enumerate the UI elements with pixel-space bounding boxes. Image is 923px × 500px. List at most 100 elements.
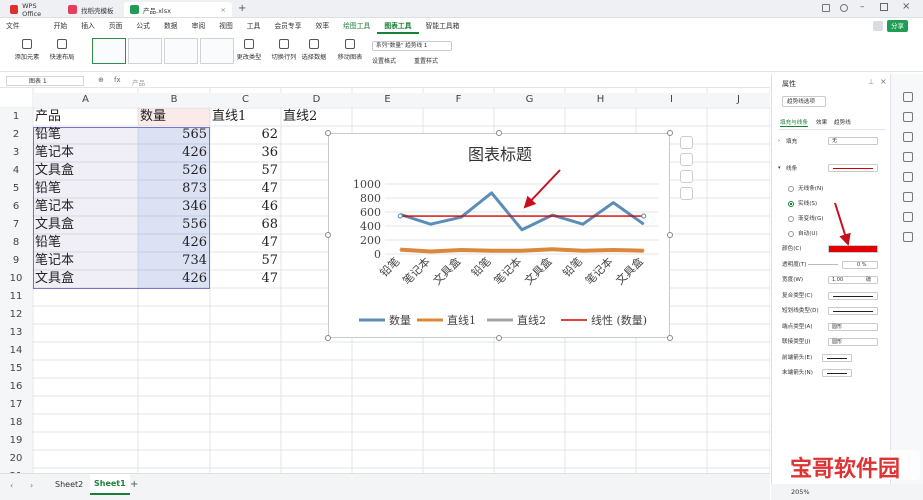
row-header-19[interactable]: 19	[0, 432, 32, 450]
arrow-select[interactable]	[822, 369, 852, 377]
menu-file[interactable]: 文件	[0, 18, 27, 34]
resize-handle[interactable]	[667, 335, 673, 341]
property-icon[interactable]	[903, 112, 913, 122]
row-header-9[interactable]: 9	[0, 252, 32, 270]
header-cell[interactable]: 数量	[140, 108, 210, 126]
close-window-icon[interactable]: ×	[902, 1, 910, 12]
product-cell[interactable]: 文具盒	[35, 270, 135, 288]
sheet-tab-sheet1[interactable]: Sheet1	[90, 474, 130, 495]
row-header-11[interactable]: 11	[0, 288, 32, 306]
panel-tab-fill-line[interactable]: 填充与线条	[780, 118, 808, 127]
quantity-cell[interactable]: 426	[138, 144, 210, 162]
row-header-18[interactable]: 18	[0, 414, 32, 432]
new-tab-icon[interactable]: +	[238, 3, 246, 14]
line-chart[interactable]: 图表标题 0 200 400 600 800 1000 铅笔 笔记本 文具盒 铅笔 笔记本 文具盒 铅笔笔…	[328, 133, 670, 338]
series-select-dropdown[interactable]: 系列"数量" 趋势线 1	[372, 41, 452, 51]
tab-wps-office[interactable]: WPS Office	[4, 2, 60, 18]
backup-icon[interactable]	[903, 212, 913, 222]
zoom-formula-icon[interactable]: ⊕	[98, 76, 104, 84]
collapse-ribbon-icon[interactable]	[873, 21, 883, 31]
select-data-button[interactable]: 选择数据	[300, 37, 328, 61]
row-header-4[interactable]: 4	[0, 162, 32, 180]
row-header-12[interactable]: 12	[0, 306, 32, 324]
radio-button[interactable]	[788, 231, 794, 237]
column-header-J[interactable]: J	[707, 93, 770, 107]
quantity-cell[interactable]: 426	[138, 234, 210, 252]
line1-cell[interactable]: 47	[210, 270, 281, 288]
menu-data[interactable]: 数据	[157, 18, 185, 34]
minimize-icon[interactable]: –	[860, 2, 865, 12]
product-cell[interactable]: 笔记本	[35, 144, 135, 162]
resize-handle[interactable]	[325, 232, 331, 238]
row-header-8[interactable]: 8	[0, 234, 32, 252]
cap-select[interactable]: 圆形	[828, 338, 878, 346]
chart-style-1[interactable]	[92, 38, 126, 64]
select-icon[interactable]	[903, 92, 913, 102]
line1-cell[interactable]: 36	[210, 144, 281, 162]
close-tab-icon[interactable]: ×	[221, 6, 226, 14]
transparency-slider[interactable]	[808, 263, 838, 265]
row-header-20[interactable]: 20	[0, 450, 32, 468]
switch-row-col-button[interactable]: 切换行列	[270, 37, 298, 61]
header-cell[interactable]: 产品	[35, 108, 135, 126]
row-header-2[interactable]: 2	[0, 126, 32, 144]
skin-icon[interactable]	[840, 4, 848, 12]
product-cell[interactable]: 铅笔	[35, 126, 135, 144]
style-icon[interactable]	[903, 132, 913, 142]
shape-icon[interactable]	[903, 172, 913, 182]
next-sheet-icon[interactable]: ›	[30, 481, 33, 490]
column-header-E[interactable]: E	[352, 93, 423, 107]
maximize-icon[interactable]	[880, 3, 888, 11]
menu-home[interactable]: 开始	[47, 18, 75, 34]
move-chart-button[interactable]: 移动图表	[336, 37, 364, 61]
function-icon[interactable]: fx	[114, 76, 121, 84]
prev-sheet-icon[interactable]: ‹	[10, 481, 13, 490]
chart-style-3[interactable]	[164, 38, 198, 64]
pin-panel-icon[interactable]: ⊥	[868, 78, 874, 86]
line1-cell[interactable]: 62	[210, 126, 281, 144]
row-header-13[interactable]: 13	[0, 324, 32, 342]
menu-formula[interactable]: 公式	[129, 18, 157, 34]
quantity-cell[interactable]: 565	[138, 126, 210, 144]
change-type-button[interactable]: 更改类型	[236, 37, 262, 61]
header-cell[interactable]: 直线2	[283, 108, 353, 126]
menu-efficiency[interactable]: 效率	[309, 18, 337, 34]
panel-tab-effects[interactable]: 效果	[816, 118, 827, 126]
row-header-6[interactable]: 6	[0, 198, 32, 216]
menu-tools[interactable]: 工具	[240, 18, 268, 34]
column-header-C[interactable]: C	[210, 93, 281, 107]
quantity-cell[interactable]: 426	[138, 270, 210, 288]
resize-handle[interactable]	[496, 130, 502, 136]
column-header-D[interactable]: D	[281, 93, 352, 107]
name-box[interactable]: 图表 1	[6, 76, 84, 86]
column-header-A[interactable]: A	[33, 93, 138, 107]
row-header-1[interactable]: 1	[0, 108, 32, 126]
panel-type-dropdown[interactable]: 趋势线选项	[782, 96, 826, 107]
transparency-input[interactable]: 0 %	[842, 260, 878, 269]
line1-cell[interactable]: 47	[210, 234, 281, 252]
tab-product-xlsx[interactable]: 产品.xlsx ×	[124, 2, 232, 17]
resize-handle[interactable]	[496, 335, 502, 341]
resize-handle[interactable]	[667, 130, 673, 136]
resize-handle[interactable]	[667, 232, 673, 238]
line-style-select[interactable]	[828, 291, 878, 300]
row-header-5[interactable]: 5	[0, 180, 32, 198]
product-cell[interactable]: 铅笔	[35, 180, 135, 198]
product-cell[interactable]: 笔记本	[35, 252, 135, 270]
product-cell[interactable]: 笔记本	[35, 198, 135, 216]
chart-elements-icon[interactable]	[680, 136, 693, 149]
quantity-cell[interactable]: 556	[138, 216, 210, 234]
quantity-cell[interactable]: 734	[138, 252, 210, 270]
reset-style-button[interactable]: 重置样式	[414, 56, 438, 65]
resize-handle[interactable]	[325, 130, 331, 136]
column-header-I[interactable]: I	[636, 93, 707, 107]
quantity-cell[interactable]: 873	[138, 180, 210, 198]
chart-style-icon[interactable]	[680, 153, 693, 166]
menu-drawing-tools[interactable]: 绘图工具	[336, 18, 377, 34]
assist-icon[interactable]	[903, 232, 913, 242]
line-preset-select[interactable]	[828, 164, 878, 172]
color-picker[interactable]	[828, 245, 878, 253]
product-cell[interactable]: 铅笔	[35, 234, 135, 252]
menu-page[interactable]: 页面	[102, 18, 130, 34]
menu-view[interactable]: 视图	[212, 18, 240, 34]
